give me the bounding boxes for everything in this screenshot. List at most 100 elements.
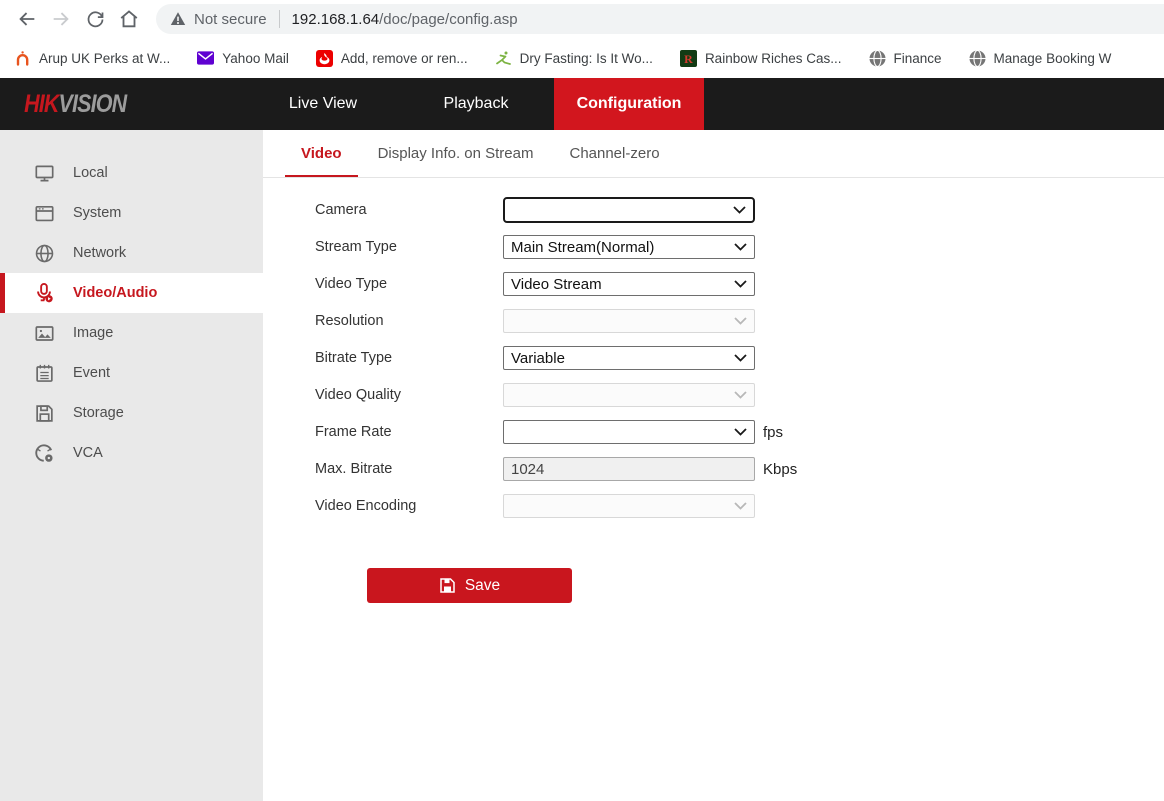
- sidebar-item-local[interactable]: Local: [0, 153, 263, 193]
- bookmark-manage-booking[interactable]: Manage Booking W: [969, 50, 1112, 67]
- chevron-down-icon: [734, 317, 747, 325]
- url-path: /doc/page/config.asp: [379, 11, 517, 28]
- sidebar-item-network[interactable]: Network: [0, 233, 263, 273]
- chevron-down-icon: [734, 280, 747, 288]
- floppy-disk-icon: [33, 402, 55, 424]
- video-type-select[interactable]: Video Stream: [503, 272, 755, 296]
- system-window-icon: [33, 202, 55, 224]
- app-nav: Live View Playback Configuration: [248, 78, 707, 130]
- chevron-down-icon: [733, 206, 746, 214]
- max-bitrate-input[interactable]: 1024: [503, 457, 755, 481]
- browser-toolbar: Not secure 192.168.1.64/doc/page/config.…: [0, 0, 1164, 38]
- sidebar-item-image[interactable]: Image: [0, 313, 263, 353]
- globe-icon: [33, 242, 55, 264]
- address-bar[interactable]: Not secure 192.168.1.64/doc/page/config.…: [156, 4, 1164, 34]
- form-row-video-quality: Video Quality: [315, 383, 1164, 407]
- back-button[interactable]: [10, 2, 44, 36]
- monitor-icon: [33, 162, 55, 184]
- frame-rate-label: Frame Rate: [315, 424, 503, 440]
- content-panel: Video Display Info. on Stream Channel-ze…: [263, 130, 1164, 801]
- form-row-camera: Camera: [315, 198, 1164, 222]
- security-label: Not secure: [194, 11, 267, 28]
- bookmark-add-remove[interactable]: Add, remove or ren...: [316, 50, 468, 67]
- tab-video[interactable]: Video: [285, 130, 358, 177]
- svg-text:R: R: [684, 52, 693, 66]
- video-settings-form: Camera Stream Type Main Stream(Normal) V…: [263, 178, 1164, 603]
- sidebar-item-video-audio[interactable]: Video/Audio: [0, 273, 263, 313]
- stream-type-select[interactable]: Main Stream(Normal): [503, 235, 755, 259]
- reload-icon: [85, 9, 106, 30]
- bookmark-finance[interactable]: Finance: [869, 50, 942, 67]
- form-row-frame-rate: Frame Rate fps: [315, 420, 1164, 444]
- hikvision-logo: HIKVISION: [0, 78, 213, 130]
- home-icon: [118, 8, 140, 30]
- save-button[interactable]: Save: [367, 568, 572, 603]
- nav-playback[interactable]: Playback: [401, 78, 551, 130]
- bookmark-dry-fasting[interactable]: Dry Fasting: Is It Wo...: [495, 50, 653, 67]
- bookmark-yahoo-mail[interactable]: Yahoo Mail: [197, 50, 289, 67]
- arup-icon: [14, 50, 31, 67]
- form-row-max-bitrate: Max. Bitrate 1024 Kbps: [315, 457, 1164, 481]
- tab-display-info-on-stream[interactable]: Display Info. on Stream: [362, 130, 550, 177]
- main-area: Local System Network Video/Audio Image: [0, 130, 1164, 801]
- sidebar-item-storage[interactable]: Storage: [0, 393, 263, 433]
- globe-icon: [969, 50, 986, 67]
- rainbow-riches-icon: R: [680, 50, 697, 67]
- video-quality-select: [503, 383, 755, 407]
- forward-icon: [50, 8, 72, 30]
- form-row-video-encoding: Video Encoding: [315, 494, 1164, 518]
- resolution-label: Resolution: [315, 313, 503, 329]
- frame-rate-unit: fps: [763, 424, 783, 441]
- form-row-bitrate-type: Bitrate Type Variable: [315, 346, 1164, 370]
- resolution-select: [503, 309, 755, 333]
- address-divider: [279, 10, 280, 28]
- video-encoding-select: [503, 494, 755, 518]
- microphone-icon: [33, 282, 55, 304]
- reload-button[interactable]: [78, 2, 112, 36]
- not-secure-warning-icon: [170, 11, 186, 27]
- camera-select[interactable]: [503, 197, 755, 223]
- picture-icon: [33, 322, 55, 344]
- tab-channel-zero[interactable]: Channel-zero: [553, 130, 675, 177]
- home-button[interactable]: [112, 2, 146, 36]
- calendar-icon: [33, 362, 55, 384]
- sidebar-item-event[interactable]: Event: [0, 353, 263, 393]
- runner-icon: [495, 50, 512, 67]
- bookmark-rainbow-riches[interactable]: R Rainbow Riches Cas...: [680, 50, 842, 67]
- video-encoding-label: Video Encoding: [315, 498, 503, 514]
- form-row-resolution: Resolution: [315, 309, 1164, 333]
- chevron-down-icon: [734, 502, 747, 510]
- bookmark-arup[interactable]: Arup UK Perks at W...: [14, 50, 170, 67]
- globe-icon: [869, 50, 886, 67]
- forward-button[interactable]: [44, 2, 78, 36]
- bitrate-type-label: Bitrate Type: [315, 350, 503, 366]
- stream-type-label: Stream Type: [315, 239, 503, 255]
- yahoo-mail-icon: [197, 50, 214, 67]
- max-bitrate-unit: Kbps: [763, 461, 797, 478]
- vca-icon: [33, 442, 55, 464]
- chevron-down-icon: [734, 243, 747, 251]
- sidebar-item-system[interactable]: System: [0, 193, 263, 233]
- chevron-down-icon: [734, 391, 747, 399]
- sidebar: Local System Network Video/Audio Image: [0, 130, 263, 801]
- chevron-down-icon: [734, 354, 747, 362]
- app-header: HIKVISION Live View Playback Configurati…: [0, 78, 1164, 130]
- bitrate-type-select[interactable]: Variable: [503, 346, 755, 370]
- save-button-label: Save: [465, 577, 500, 595]
- bookmarks-bar: Arup UK Perks at W... Yahoo Mail Add, re…: [0, 38, 1164, 78]
- chevron-down-icon: [734, 428, 747, 436]
- frame-rate-select[interactable]: [503, 420, 755, 444]
- video-type-label: Video Type: [315, 276, 503, 292]
- save-floppy-icon: [439, 577, 456, 594]
- video-quality-label: Video Quality: [315, 387, 503, 403]
- url-host: 192.168.1.64: [292, 11, 380, 28]
- sidebar-item-vca[interactable]: VCA: [0, 433, 263, 473]
- form-row-video-type: Video Type Video Stream: [315, 272, 1164, 296]
- form-row-stream-type: Stream Type Main Stream(Normal): [315, 235, 1164, 259]
- nav-live-view[interactable]: Live View: [248, 78, 398, 130]
- nav-configuration[interactable]: Configuration: [554, 78, 704, 130]
- content-tabbar: Video Display Info. on Stream Channel-ze…: [263, 130, 1164, 178]
- camera-label: Camera: [315, 202, 503, 218]
- max-bitrate-label: Max. Bitrate: [315, 461, 503, 477]
- santander-flame-icon: [316, 50, 333, 67]
